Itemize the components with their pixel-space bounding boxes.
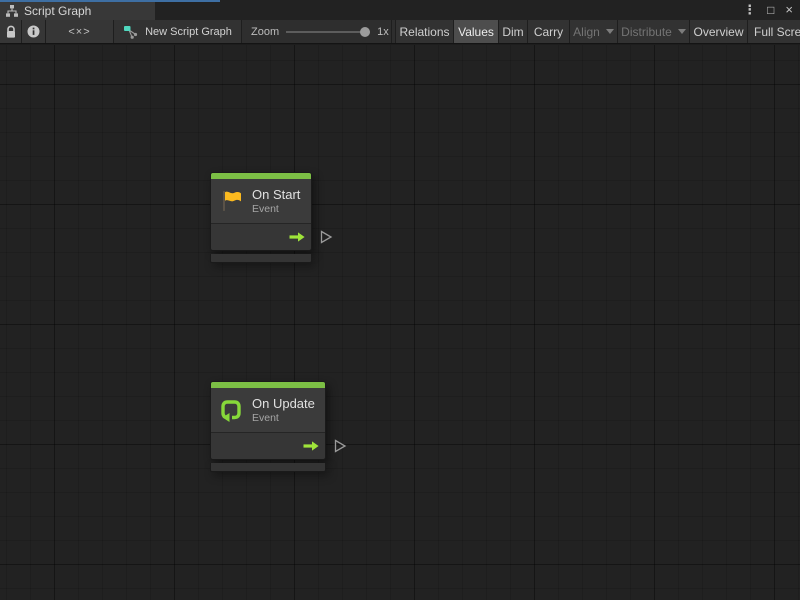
code-view-toggle[interactable]: <×> [46,20,114,43]
control-output-arrow-icon[interactable] [289,232,305,242]
maximize-icon[interactable]: □ [767,0,774,20]
node-on-update[interactable]: On Update Event [210,381,326,472]
dropdown-caret-icon [678,29,686,34]
values-button[interactable]: Values [453,20,498,43]
tab-title: Script Graph [24,4,91,18]
overview-button[interactable]: Overview [689,20,747,43]
node-titles: On Update Event [252,395,315,425]
distribute-label: Distribute [621,25,672,39]
node-subtitle: Event [252,412,315,425]
node-title: On Start [252,186,300,203]
graph-selector[interactable]: New Script Graph [114,20,242,43]
dim-button[interactable]: Dim [498,20,527,43]
graph-name-label: New Script Graph [145,26,232,38]
node-body: On Update Event [210,381,326,460]
node-port-row [211,432,325,459]
node-footer [210,463,326,472]
script-graph-icon [5,4,19,18]
node-header: On Update Event [211,388,325,432]
zoom-label: Zoom [251,26,279,38]
zoom-slider[interactable] [286,27,370,37]
kebab-menu-icon[interactable]: ⋮ [743,0,756,20]
carry-button[interactable]: Carry [527,20,569,43]
window-controls: ⋮ □ × [743,0,800,20]
node-subtitle: Event [252,203,300,216]
node-title: On Update [252,395,315,412]
node-port-row [211,223,311,250]
toolbar-right-group: Relations Values Dim Carry Align Distrib… [395,20,800,43]
node-body: On Start Event [210,172,312,251]
toolbar: <×> New Script Graph Zoom 1x Relations V… [0,20,800,44]
lock-icon [5,25,17,39]
node-on-start[interactable]: On Start Event [210,172,312,263]
align-dropdown[interactable]: Align [569,20,617,43]
full-screen-button[interactable]: Full Screen [747,20,800,43]
align-label: Align [573,25,600,39]
output-port-triangle[interactable] [320,230,333,244]
output-port-triangle[interactable] [334,439,347,453]
flag-icon [218,188,244,214]
node-footer [210,254,312,263]
tab-bar: Script Graph ⋮ □ × [0,0,800,20]
zoom-slider-handle[interactable] [360,27,370,37]
relations-button[interactable]: Relations [395,20,453,43]
script-graph-window: Script Graph ⋮ □ × <×> [0,0,800,600]
zoom-slider-track [286,31,370,33]
dropdown-caret-icon [606,29,614,34]
zoom-value: 1x [377,26,389,38]
graph-canvas[interactable]: On Start Event [0,45,800,600]
loop-icon [218,397,244,423]
lock-button[interactable] [0,20,22,43]
zoom-control: Zoom 1x [242,20,392,43]
close-icon[interactable]: × [785,0,793,20]
info-button[interactable] [22,20,46,43]
tab-script-graph[interactable]: Script Graph [0,2,155,20]
node-titles: On Start Event [252,186,300,216]
graph-icon [123,24,139,40]
node-header: On Start Event [211,179,311,223]
info-icon [27,25,40,38]
distribute-dropdown[interactable]: Distribute [617,20,689,43]
control-output-arrow-icon[interactable] [303,441,319,451]
